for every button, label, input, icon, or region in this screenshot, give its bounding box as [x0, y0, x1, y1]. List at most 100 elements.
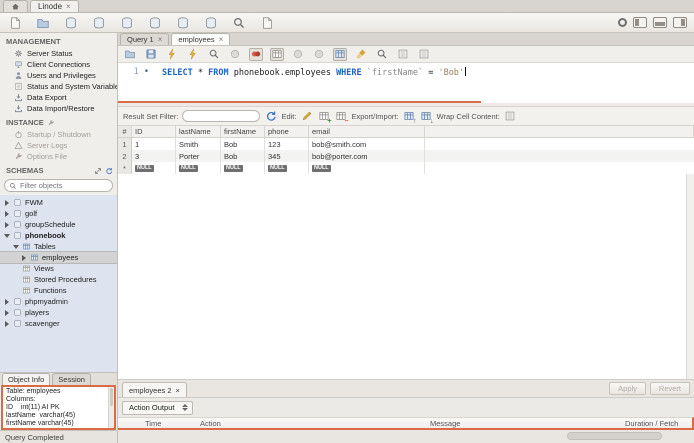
- home-tab[interactable]: [3, 0, 28, 12]
- cell-firstname[interactable]: Bob: [221, 150, 265, 162]
- cell-lastname[interactable]: Smith: [176, 138, 221, 150]
- explain-query-icon[interactable]: [207, 48, 221, 61]
- close-icon[interactable]: ×: [158, 35, 163, 44]
- revert-button[interactable]: Revert: [649, 382, 690, 395]
- sidebar-item-client-connections[interactable]: Client Connections: [0, 59, 117, 70]
- sql-text[interactable]: SELECT * FROM phonebook.employees WHERE …: [152, 63, 467, 101]
- wrap-text-icon[interactable]: [417, 48, 431, 61]
- stop-query-icon[interactable]: [228, 48, 242, 61]
- refresh-schemas-icon[interactable]: [105, 167, 113, 175]
- commit-icon[interactable]: [291, 48, 305, 61]
- new-query-tab-icon[interactable]: [7, 15, 22, 30]
- invisible-chars-icon[interactable]: [396, 48, 410, 61]
- create-schema-icon[interactable]: [63, 15, 78, 30]
- tree-node-employees[interactable]: employees: [0, 251, 117, 264]
- expand-arrow-icon[interactable]: [4, 298, 10, 305]
- expand-arrow-icon[interactable]: [4, 221, 10, 228]
- tree-node-stored-procedures[interactable]: Stored Procedures: [0, 274, 117, 285]
- sidebar-item-server-status[interactable]: Server Status: [0, 48, 117, 59]
- instance-config-icon[interactable]: [47, 119, 55, 127]
- output-column-duration[interactable]: Duration / Fetch: [625, 419, 692, 428]
- sql-code-editor[interactable]: 1 • SELECT * FROM phonebook.employees WH…: [118, 63, 694, 101]
- reconnect-dbms-icon[interactable]: [259, 15, 274, 30]
- open-file-icon[interactable]: [123, 48, 137, 61]
- tab-query-1[interactable]: Query 1 ×: [120, 33, 170, 45]
- schema-filter-input[interactable]: [20, 181, 108, 190]
- create-view-icon[interactable]: [119, 15, 134, 30]
- sidebar-item-status-system-variables[interactable]: Status and System Variables: [0, 81, 117, 92]
- execute-query-icon[interactable]: [165, 48, 179, 61]
- schema-node-phpmyadmin[interactable]: phpmyadmin: [0, 296, 117, 307]
- cell-null[interactable]: NULL: [265, 162, 309, 174]
- column-header-rownum[interactable]: #: [118, 126, 132, 137]
- cell-id[interactable]: 3: [132, 150, 176, 162]
- find-icon[interactable]: [375, 48, 389, 61]
- output-column-message[interactable]: Message: [430, 419, 625, 428]
- cell-null[interactable]: NULL: [132, 162, 176, 174]
- tab-session[interactable]: Session: [52, 373, 91, 385]
- schema-node-scavenger[interactable]: scavenger: [0, 318, 117, 329]
- import-records-icon[interactable]: ↓: [420, 110, 434, 125]
- output-column-time[interactable]: Time: [145, 419, 200, 428]
- toggle-bottom-panel-icon[interactable]: [653, 17, 667, 28]
- edit-record-icon[interactable]: [300, 110, 313, 123]
- collapse-arrow-icon[interactable]: [13, 244, 19, 250]
- open-sql-script-icon[interactable]: [35, 15, 50, 30]
- rollback-icon[interactable]: [312, 48, 326, 61]
- create-event-icon[interactable]: [203, 15, 218, 30]
- close-icon[interactable]: ×: [176, 386, 180, 395]
- schema-node-fwm[interactable]: FWM: [0, 197, 117, 208]
- sidebar-item-server-logs[interactable]: Server Logs: [0, 140, 117, 151]
- output-column-action[interactable]: Action: [200, 419, 430, 428]
- tree-node-tables[interactable]: Tables: [0, 241, 117, 252]
- tab-employees[interactable]: employees ×: [171, 33, 231, 45]
- column-header-lastname[interactable]: lastName: [176, 126, 221, 137]
- close-icon[interactable]: ×: [219, 35, 224, 44]
- apply-button[interactable]: Apply: [609, 382, 646, 395]
- autocommit-toggle-icon[interactable]: [333, 47, 347, 61]
- schema-node-golf[interactable]: golf: [0, 208, 117, 219]
- cell-firstname[interactable]: Bob: [221, 138, 265, 150]
- cell-email[interactable]: bob@porter.com: [309, 150, 425, 162]
- schema-node-groupschedule[interactable]: groupSchedule: [0, 219, 117, 230]
- search-table-data-icon[interactable]: [231, 15, 246, 30]
- tree-node-views[interactable]: Views: [0, 263, 117, 274]
- cell-null[interactable]: NULL: [221, 162, 265, 174]
- expand-arrow-icon[interactable]: [4, 199, 10, 206]
- cell-email[interactable]: bob@smith.com: [309, 138, 425, 150]
- cell-id[interactable]: 1: [132, 138, 176, 150]
- horizontal-scrollbar[interactable]: [567, 432, 662, 440]
- stop-on-error-toggle-icon[interactable]: [249, 47, 263, 61]
- toggle-right-panel-icon[interactable]: [673, 17, 687, 28]
- sidebar-item-users-privileges[interactable]: Users and Privileges: [0, 70, 117, 81]
- sidebar-item-startup-shutdown[interactable]: Startup / Shutdown: [0, 129, 117, 140]
- tab-object-info[interactable]: Object Info: [2, 373, 51, 385]
- delete-record-icon[interactable]: −: [334, 110, 348, 125]
- row-number[interactable]: *: [118, 162, 132, 174]
- cell-null[interactable]: NULL: [176, 162, 221, 174]
- save-script-icon[interactable]: [144, 48, 158, 61]
- schema-node-phonebook[interactable]: phonebook: [0, 230, 117, 241]
- column-header-firstname[interactable]: firstName: [221, 126, 265, 137]
- action-output-select[interactable]: Action Output: [122, 400, 194, 415]
- connection-tab-linode[interactable]: Linode ×: [30, 0, 79, 12]
- collapse-arrow-icon[interactable]: [4, 233, 10, 239]
- expand-arrow-icon[interactable]: [21, 254, 27, 261]
- column-header-email[interactable]: email: [309, 126, 425, 137]
- close-icon[interactable]: ×: [66, 2, 71, 11]
- row-number[interactable]: 1: [118, 138, 132, 150]
- create-procedure-icon[interactable]: [147, 15, 162, 30]
- object-info-scrollbar[interactable]: [108, 387, 114, 428]
- create-function-icon[interactable]: [175, 15, 190, 30]
- beautify-sql-icon[interactable]: [354, 48, 368, 61]
- schema-node-players[interactable]: players: [0, 307, 117, 318]
- column-header-id[interactable]: ID: [132, 126, 176, 137]
- expand-all-icon[interactable]: [94, 167, 102, 175]
- result-filter-input[interactable]: [182, 110, 261, 122]
- limit-rows-icon[interactable]: [270, 47, 284, 61]
- wrap-cell-content-icon[interactable]: [504, 110, 517, 123]
- create-table-icon[interactable]: [91, 15, 106, 30]
- add-record-icon[interactable]: +: [317, 110, 331, 125]
- refresh-results-icon[interactable]: [264, 110, 277, 123]
- column-header-phone[interactable]: phone: [265, 126, 309, 137]
